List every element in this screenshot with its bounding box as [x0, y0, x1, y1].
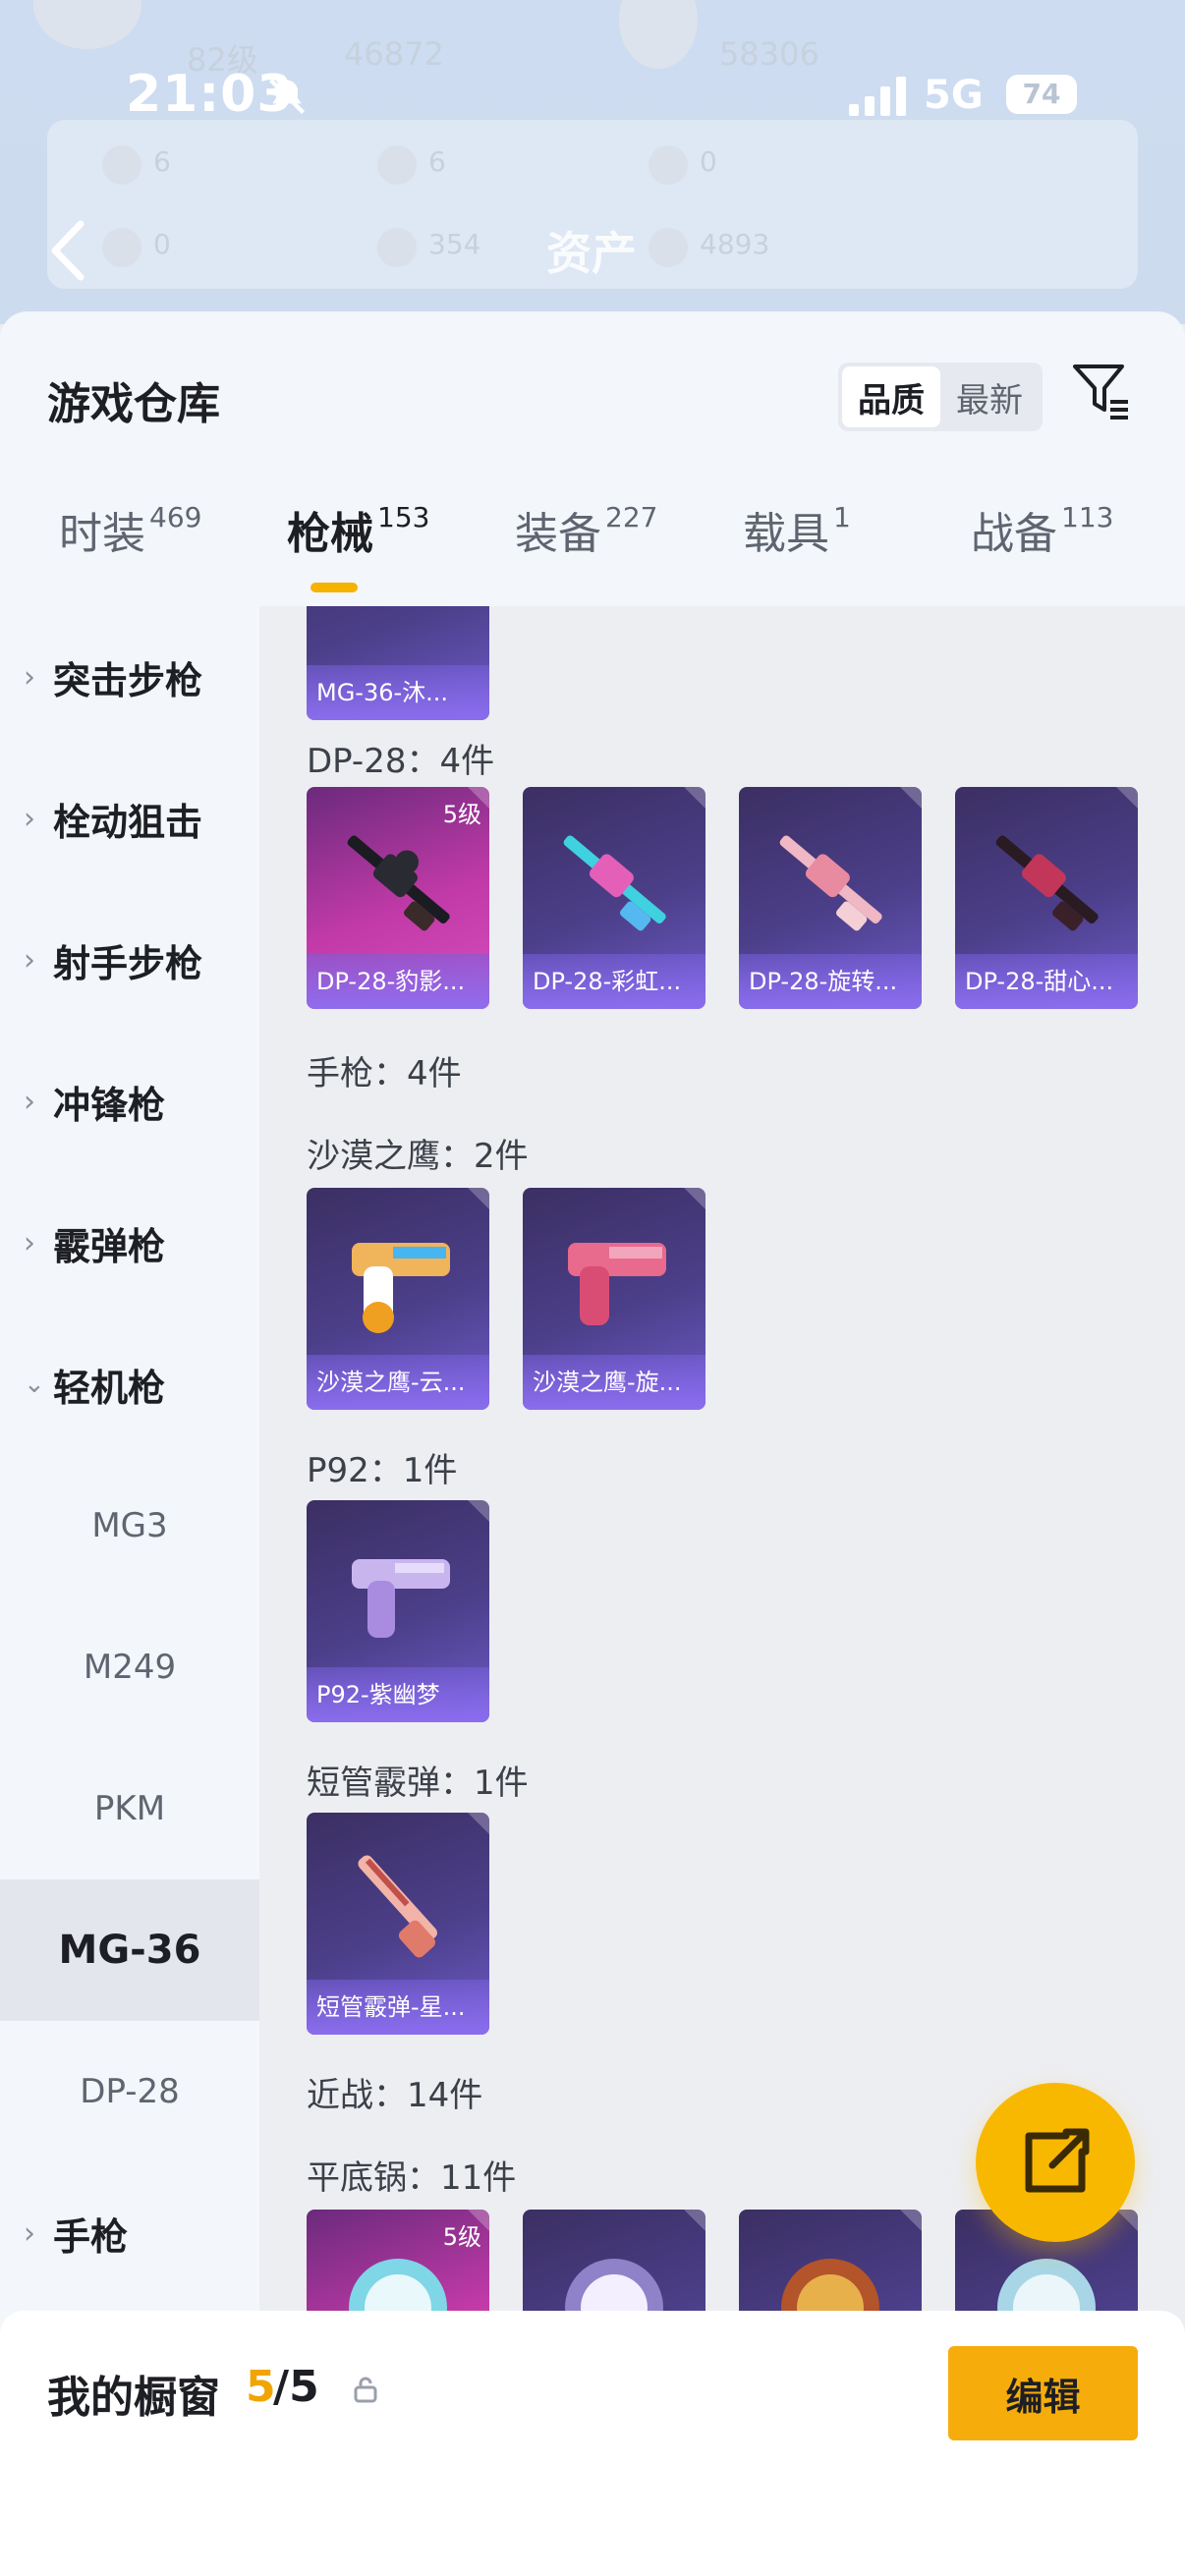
- item-card[interactable]: DP-28-旋转...: [739, 787, 922, 1009]
- item-card[interactable]: 短管霰弹-星...: [307, 1813, 489, 2035]
- nav-sub-m249[interactable]: M249: [0, 1596, 259, 1738]
- chevron-right-icon: ›: [24, 1084, 35, 1119]
- showcase-total: /5: [273, 2362, 319, 2412]
- item-card-name: DP-28-豹影...: [307, 954, 489, 1009]
- section-label: 近战：14件: [307, 2076, 483, 2115]
- nav-smg[interactable]: › 冲锋枪: [0, 1031, 259, 1172]
- edit-button[interactable]: 编辑: [948, 2346, 1138, 2440]
- item-card-name: DP-28-甜心...: [955, 954, 1138, 1009]
- item-card[interactable]: P92-紫幽梦: [307, 1500, 489, 1722]
- category-tabs: 时装 469 枪械 153 装备 227 载具 1 战备 113: [0, 498, 1185, 606]
- item-card[interactable]: 5级 DP-28-豹影...: [307, 787, 489, 1009]
- sheet-title: 游戏仓库: [47, 379, 220, 429]
- chevron-down-icon: ⌄: [24, 1370, 45, 1399]
- signal-icon: [849, 77, 906, 116]
- item-card[interactable]: 沙漠之鹰-云...: [307, 1188, 489, 1410]
- section-label: DP-28：4件: [307, 742, 495, 781]
- item-card-name: MG-36-沐...: [307, 665, 489, 720]
- tab-fashion[interactable]: 时装 469: [59, 498, 201, 606]
- tab-equipment[interactable]: 装备 227: [515, 498, 657, 606]
- item-card[interactable]: 沙漠之鹰-旋...: [523, 1188, 705, 1410]
- item-card-name: P92-紫幽梦: [307, 1667, 489, 1722]
- sort-quality-button[interactable]: 品质: [842, 366, 940, 427]
- nav-marksman-rifle[interactable]: › 射手步枪: [0, 889, 259, 1031]
- nav-sub-mg3[interactable]: MG3: [0, 1455, 259, 1596]
- ghost-coins: 46872: [344, 35, 444, 73]
- chevron-right-icon: ›: [24, 801, 35, 836]
- item-grid: MG-36-沐... DP-28：4件 5级 DP-28-豹影... DP-28…: [259, 606, 1185, 2576]
- filter-icon[interactable]: [1071, 361, 1134, 423]
- nav-sub-pkm[interactable]: PKM: [0, 1738, 259, 1879]
- showcase-bar: 我的橱窗 5 /5 编辑: [0, 2311, 1185, 2576]
- weapon-lmg-icon: [563, 835, 666, 931]
- section-label: 平底锅：11件: [307, 2158, 517, 2198]
- bell-mute-icon: [268, 78, 306, 115]
- rank-badge-icon: [619, 0, 698, 69]
- tab-firearms[interactable]: 枪械 153: [287, 498, 429, 606]
- back-icon[interactable]: [43, 216, 92, 285]
- share-button[interactable]: [976, 2083, 1135, 2242]
- weapon-lmg-icon: [779, 835, 882, 931]
- showcase-label: 我的橱窗: [47, 2373, 220, 2423]
- active-tab-indicator: [310, 583, 358, 592]
- nav-bolt-sniper[interactable]: › 栓动狙击: [0, 748, 259, 889]
- item-card-name: 短管霰弹-星...: [307, 1980, 489, 2035]
- item-card[interactable]: DP-28-彩虹...: [523, 787, 705, 1009]
- tab-gear[interactable]: 战备 113: [971, 498, 1113, 606]
- ghost-points: 58306: [719, 35, 819, 73]
- item-card-name: DP-28-旋转...: [739, 954, 922, 1009]
- avatar: [33, 0, 141, 49]
- section-label: 短管霰弹：1件: [307, 1764, 529, 1803]
- section-label: 沙漠之鹰：2件: [307, 1137, 529, 1176]
- lock-icon: [354, 2377, 377, 2403]
- weapon-lmg-icon: [995, 835, 1099, 931]
- network-type: 5G: [924, 73, 984, 118]
- battery-level: 74: [1006, 75, 1077, 114]
- nav-sub-mg36[interactable]: MG-36: [0, 1879, 259, 2021]
- weapon-lmg-icon: [347, 835, 450, 931]
- item-card[interactable]: DP-28-甜心...: [955, 787, 1138, 1009]
- nav-assault-rifle[interactable]: › 突击步枪: [0, 606, 259, 748]
- section-label: 手枪：4件: [307, 1054, 462, 1093]
- nav-shotgun[interactable]: › 霰弹枪: [0, 1172, 259, 1314]
- weapon-pistol-icon: [568, 1243, 666, 1325]
- nav-pistol[interactable]: › 手枪: [0, 2162, 259, 2304]
- tab-vehicles[interactable]: 载具 1: [743, 498, 851, 606]
- chevron-right-icon: ›: [24, 2215, 35, 2251]
- sort-segment: 品质 最新: [838, 363, 1043, 431]
- showcase-count: 5: [246, 2362, 276, 2412]
- sort-newest-button[interactable]: 最新: [940, 366, 1039, 427]
- weapon-pistol-icon: [352, 1559, 450, 1638]
- weapon-shotgun-icon: [358, 1855, 437, 1958]
- nav-sub-dp28[interactable]: DP-28: [0, 2021, 259, 2162]
- item-card-name: 沙漠之鹰-旋...: [523, 1355, 705, 1410]
- item-card-name: 沙漠之鹰-云...: [307, 1355, 489, 1410]
- item-card-name: DP-28-彩虹...: [523, 954, 705, 1009]
- section-label: P92：1件: [307, 1451, 458, 1490]
- share-icon: [1025, 2128, 1090, 2193]
- chevron-right-icon: ›: [24, 659, 35, 695]
- item-card[interactable]: MG-36-沐...: [307, 606, 489, 720]
- weapon-category-nav: › 突击步枪 › 栓动狙击 › 射手步枪 › 冲锋枪 › 霰弹枪 ⌄ 轻机枪 MG3 M24…: [0, 606, 259, 2576]
- page-title: 资产: [546, 227, 637, 280]
- chevron-right-icon: ›: [24, 942, 35, 978]
- weapon-pistol-icon: [352, 1243, 450, 1333]
- chevron-right-icon: ›: [24, 1225, 35, 1260]
- nav-lmg[interactable]: ⌄ 轻机枪: [0, 1314, 259, 1455]
